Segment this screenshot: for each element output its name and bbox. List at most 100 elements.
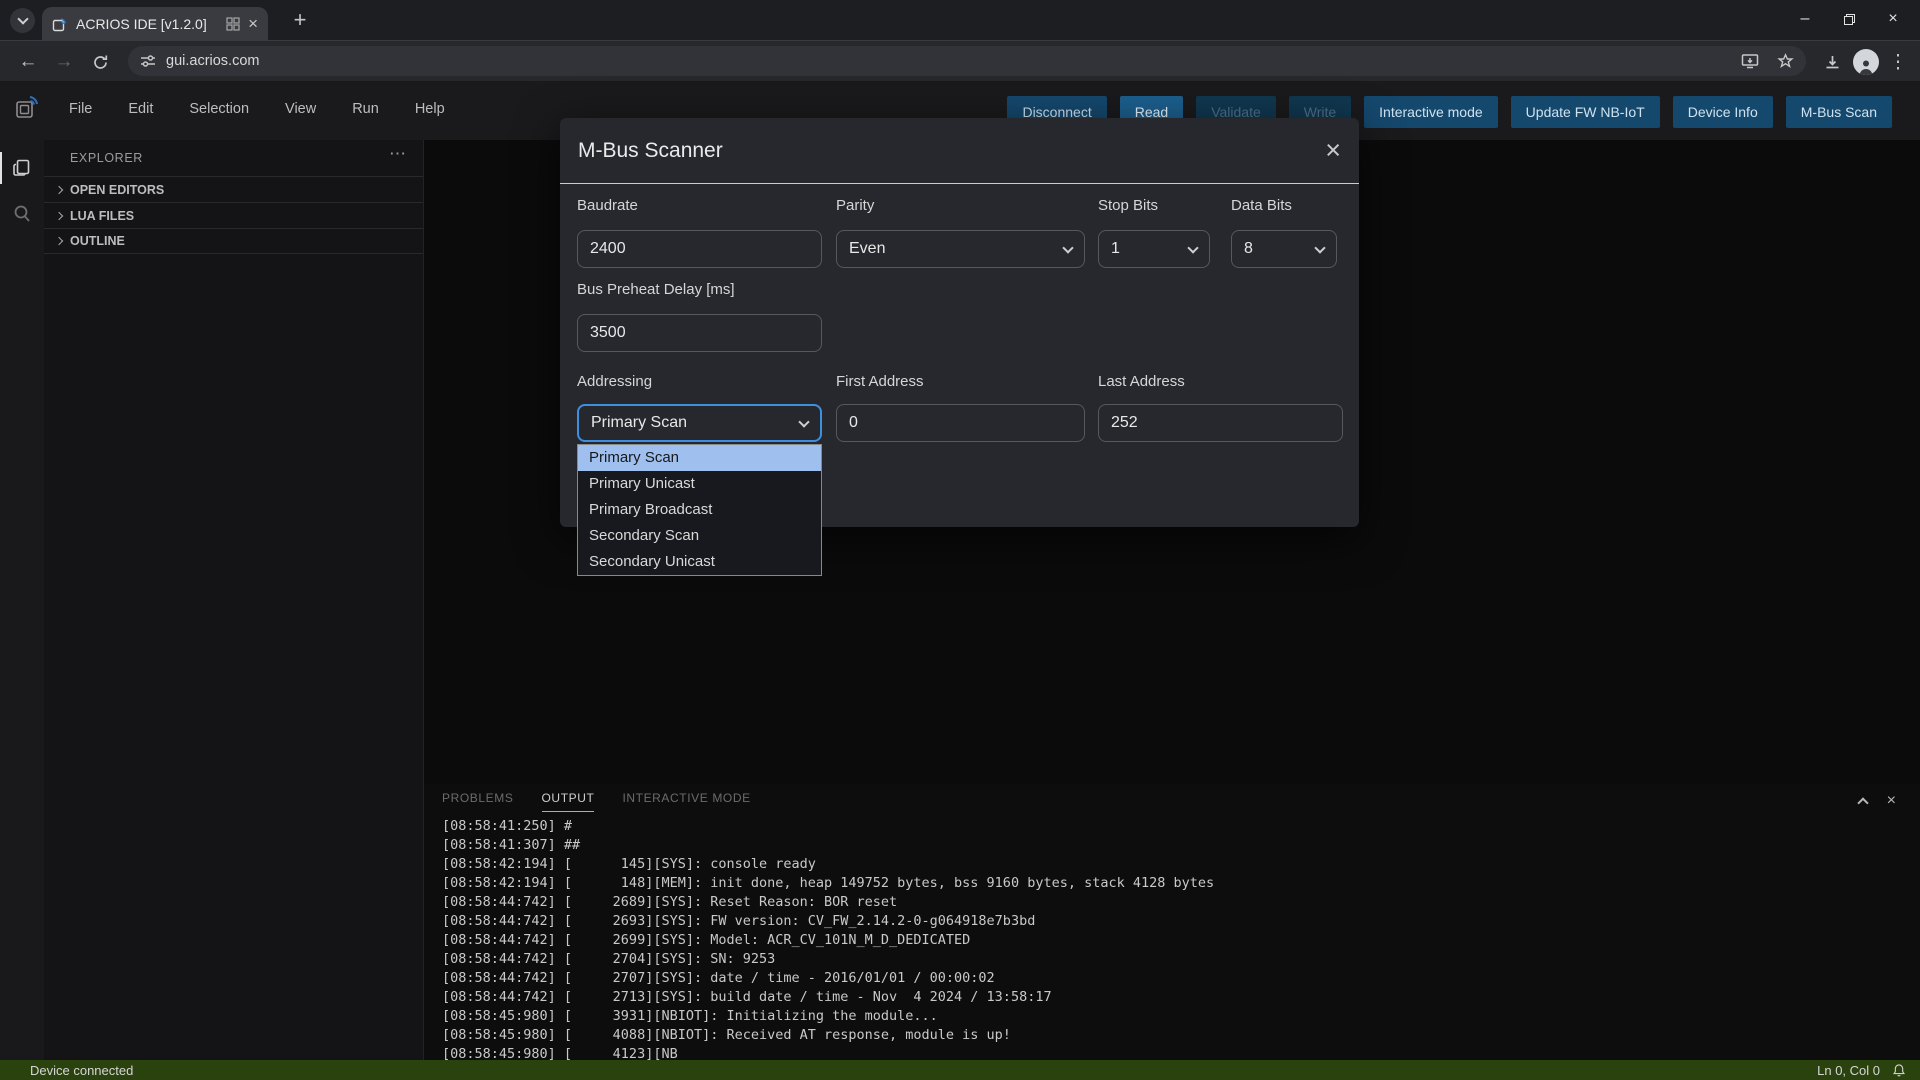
menu-run[interactable]: Run (339, 97, 392, 121)
dropdown-option-primary-scan[interactable]: Primary Scan (578, 445, 821, 471)
panel-tab-problems[interactable]: PROBLEMS (442, 791, 514, 812)
stop-bits-value: 1 (1111, 240, 1120, 257)
screen: ACRIOS IDE [v1.2.0] × + – × ← → gui.acri… (0, 0, 1920, 1080)
dropdown-option-secondary-unicast[interactable]: Secondary Unicast (578, 549, 821, 575)
bell-icon[interactable] (1892, 1063, 1906, 1078)
section-open-editors[interactable]: OPEN EDITORS (44, 176, 423, 202)
device-info-button[interactable]: Device Info (1672, 96, 1773, 128)
explorer-actions-button[interactable]: ⋯ (389, 144, 407, 164)
forward-button[interactable]: → (50, 48, 78, 76)
avatar-icon (1853, 49, 1879, 75)
menu-help[interactable]: Help (402, 97, 458, 121)
last-address-input[interactable] (1098, 404, 1343, 442)
update-fw-nb-iot-button[interactable]: Update FW NB-IoT (1510, 96, 1660, 128)
section-outline[interactable]: OUTLINE (44, 228, 423, 254)
browser-tabstrip: ACRIOS IDE [v1.2.0] × + – × (0, 0, 1920, 40)
url-text[interactable]: gui.acrios.com (166, 53, 259, 69)
search-icon (14, 205, 30, 222)
addressing-value: Primary Scan (591, 414, 688, 431)
chevron-right-icon (54, 236, 64, 246)
parity-label: Parity (836, 197, 875, 214)
stop-bits-select[interactable]: 1 (1098, 230, 1210, 268)
first-address-input[interactable] (836, 404, 1085, 442)
panel-maximize-icon[interactable] (1856, 797, 1869, 809)
data-bits-select[interactable]: 8 (1231, 230, 1337, 268)
activity-files-button[interactable] (0, 148, 44, 188)
parity-value: Even (849, 240, 886, 257)
section-lua-files[interactable]: LUA FILES (44, 202, 423, 228)
active-indicator (0, 152, 2, 184)
section-label: OUTLINE (70, 234, 125, 248)
bottom-panel: PROBLEMS OUTPUT INTERACTIVE MODE × [08:58:… (423, 784, 1920, 1060)
m-bus-scan-button[interactable]: M-Bus Scan (1785, 96, 1892, 128)
tab-title: ACRIOS IDE [v1.2.0] (76, 15, 207, 32)
interactive-mode-button[interactable]: Interactive mode (1364, 96, 1498, 128)
modal-header: M-Bus Scanner × (560, 118, 1359, 184)
downloads-icon[interactable] (1818, 48, 1846, 76)
modal-title: M-Bus Scanner (578, 138, 723, 162)
mbus-scanner-modal: M-Bus Scanner × Baudrate Parity Stop Bit… (560, 118, 1359, 576)
chevron-right-icon (54, 185, 64, 194)
chevron-down-icon (1314, 242, 1326, 254)
panel-tab-output[interactable]: OUTPUT (541, 791, 595, 812)
favicon-icon (52, 16, 68, 32)
dropdown-option-primary-broadcast[interactable]: Primary Broadcast (578, 497, 821, 523)
explorer-title: EXPLORER (70, 151, 143, 165)
install-app-icon[interactable] (1741, 53, 1759, 69)
connection-status: Device connected (30, 1062, 134, 1078)
panel-close-icon[interactable]: × (1887, 792, 1896, 810)
reload-button[interactable] (86, 48, 114, 76)
panel-tab-interactive-mode[interactable]: INTERACTIVE MODE (622, 791, 750, 812)
section-label: LUA FILES (70, 208, 135, 223)
panel-tabs: PROBLEMS OUTPUT INTERACTIVE MODE (442, 791, 751, 812)
menu-file[interactable]: File (56, 97, 105, 121)
data-bits-value: 8 (1244, 240, 1253, 257)
explorer-header: EXPLORER ⋯ (44, 140, 423, 176)
activity-bar (0, 140, 44, 1060)
parity-select[interactable]: Even (836, 230, 1085, 268)
dropdown-option-primary-unicast[interactable]: Primary Unicast (578, 471, 821, 497)
tab-grid-icon[interactable] (226, 16, 240, 31)
browser-menu-kebab[interactable]: ⋮ (1884, 48, 1912, 76)
app-logo-icon (14, 94, 40, 120)
back-button[interactable]: ← (14, 48, 42, 76)
chevron-down-icon (798, 416, 810, 428)
minimize-button[interactable]: – (1790, 4, 1820, 34)
browser-tab[interactable]: ACRIOS IDE [v1.2.0] × (42, 7, 268, 40)
baudrate-input[interactable] (577, 230, 822, 268)
restore-button[interactable] (1834, 4, 1864, 34)
tab-search-button[interactable] (10, 8, 35, 33)
restore-icon (1843, 13, 1855, 25)
addressing-select[interactable]: Primary Scan (577, 404, 822, 442)
section-label: OPEN EDITORS (70, 182, 165, 197)
output-log-text: [08:58:41:250] # [08:58:41:307] ## [08:5… (442, 818, 1215, 1060)
output-log[interactable]: [08:58:41:250] # [08:58:41:307] ## [08:5… (442, 817, 1916, 1060)
explorer-sidebar: EXPLORER ⋯ OPEN EDITORS LUA FILES OUTLINE (44, 140, 423, 1060)
menu-selection[interactable]: Selection (176, 97, 262, 121)
status-bar: Device connected Ln 0, Col 0 (0, 1060, 1920, 1080)
menubar-items: File Edit Selection View Run Help (56, 97, 458, 121)
profile-avatar[interactable] (1852, 48, 1880, 76)
tab-close-button[interactable]: × (248, 15, 258, 32)
addressing-label: Addressing (577, 373, 653, 390)
modal-close-button[interactable]: × (1325, 137, 1341, 164)
chevron-right-icon (54, 211, 64, 220)
first-address-label: First Address (836, 373, 924, 390)
bookmark-star-icon[interactable] (1777, 52, 1794, 70)
preheat-input[interactable] (577, 314, 822, 352)
window-controls: – × (1790, 4, 1908, 34)
last-address-label: Last Address (1098, 373, 1185, 390)
window-close-button[interactable]: × (1878, 4, 1908, 34)
menu-edit[interactable]: Edit (115, 97, 166, 121)
dropdown-option-secondary-scan[interactable]: Secondary Scan (578, 523, 821, 549)
cursor-position[interactable]: Ln 0, Col 0 (1817, 1063, 1880, 1078)
menu-view[interactable]: View (272, 97, 329, 121)
new-tab-button[interactable]: + (286, 6, 314, 34)
data-bits-label: Data Bits (1231, 197, 1292, 214)
baudrate-label: Baudrate (577, 197, 638, 214)
address-bar[interactable]: gui.acrios.com (128, 46, 1806, 76)
activity-search-button[interactable] (0, 194, 44, 234)
files-icon (13, 159, 30, 176)
site-info-icon[interactable] (140, 53, 156, 69)
explorer-sections: OPEN EDITORS LUA FILES OUTLINE (44, 176, 423, 254)
